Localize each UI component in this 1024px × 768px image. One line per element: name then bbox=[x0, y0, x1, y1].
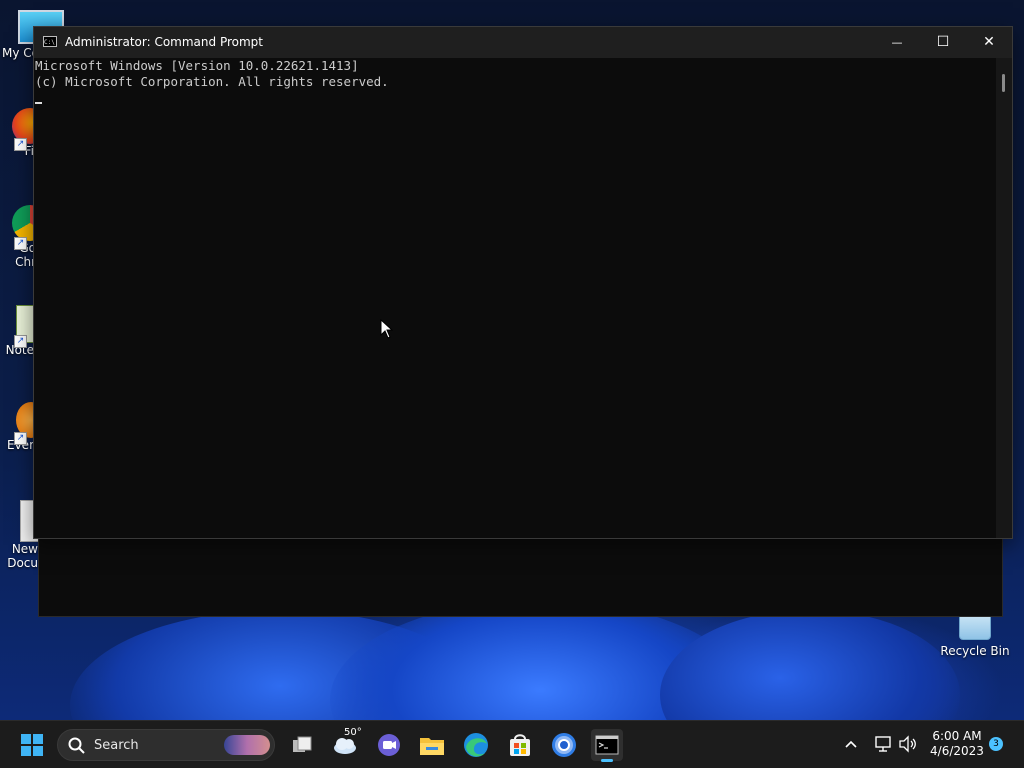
console-line: Microsoft Windows [Version 10.0.22621.14… bbox=[35, 58, 359, 73]
teams-chat-button[interactable] bbox=[373, 729, 405, 761]
desktop-icon-label: New Docu bbox=[7, 542, 38, 570]
network-icon bbox=[875, 736, 891, 752]
chevron-up-icon bbox=[845, 740, 857, 748]
edge-button[interactable] bbox=[460, 729, 492, 761]
file-explorer-button[interactable] bbox=[416, 729, 448, 761]
shortcut-arrow-icon: ↗ bbox=[14, 432, 27, 445]
title-bar[interactable]: C:\ Administrator: Command Prompt — ☐ ✕ bbox=[34, 27, 1012, 58]
command-prompt-window[interactable]: C:\ Administrator: Command Prompt — ☐ ✕ … bbox=[33, 26, 1013, 539]
chrome-taskbar-button[interactable] bbox=[548, 729, 580, 761]
store-icon bbox=[510, 734, 530, 756]
minimize-icon: — bbox=[891, 36, 903, 49]
console-line: (c) Microsoft Corporation. All rights re… bbox=[35, 74, 389, 89]
teams-chat-icon bbox=[378, 734, 400, 756]
desktop-icon-label: Recycle Bin bbox=[940, 644, 1010, 658]
command-prompt-taskbar-button[interactable] bbox=[591, 729, 623, 762]
active-app-indicator bbox=[601, 759, 613, 762]
weather-temperature: 50° bbox=[344, 727, 362, 738]
close-icon: ✕ bbox=[983, 34, 995, 50]
start-button[interactable] bbox=[16, 729, 48, 761]
desktop-icon-recycle-bin[interactable]: Recycle Bin bbox=[937, 612, 1013, 658]
command-prompt-icon: C:\ bbox=[43, 36, 57, 47]
edge-icon bbox=[464, 733, 488, 757]
maximize-button[interactable]: ☐ bbox=[920, 27, 966, 58]
minimize-button[interactable]: — bbox=[874, 27, 920, 58]
chrome-icon bbox=[552, 733, 576, 757]
scrollbar-thumb[interactable] bbox=[1002, 74, 1005, 92]
clock-date: 4/6/2023 bbox=[930, 744, 984, 758]
clock-time: 6:00 AM bbox=[932, 729, 982, 743]
task-view-icon bbox=[293, 736, 312, 752]
close-button[interactable]: ✕ bbox=[966, 27, 1012, 58]
window-title: Administrator: Command Prompt bbox=[65, 35, 263, 49]
taskbar-search-box[interactable]: Search bbox=[57, 729, 275, 761]
search-label: Search bbox=[94, 738, 139, 753]
start-icon bbox=[21, 734, 43, 756]
search-highlight-icon bbox=[224, 735, 270, 755]
console-output[interactable]: Microsoft Windows [Version 10.0.22621.14… bbox=[34, 58, 996, 538]
console-input-line[interactable] bbox=[35, 90, 996, 106]
volume-button[interactable] bbox=[898, 735, 918, 757]
clock[interactable]: 6:00 AM 4/6/2023 bbox=[926, 729, 988, 758]
task-view-button[interactable] bbox=[286, 729, 318, 761]
search-icon bbox=[68, 737, 85, 754]
desktop: My Co ↗ Fi ↗ Go Chr ↗ Note ↗ Ever New Do… bbox=[0, 0, 1024, 720]
vertical-scrollbar[interactable] bbox=[996, 58, 1012, 538]
text-cursor bbox=[35, 102, 42, 104]
file-explorer-icon bbox=[420, 738, 444, 755]
shortcut-arrow-icon: ↗ bbox=[14, 335, 27, 348]
notification-badge[interactable]: 3 bbox=[989, 737, 1003, 751]
shortcut-arrow-icon: ↗ bbox=[14, 237, 27, 250]
show-hidden-icons-button[interactable] bbox=[842, 735, 860, 757]
network-status-button[interactable] bbox=[873, 735, 893, 757]
weather-widget-button[interactable]: 50° bbox=[330, 727, 366, 761]
wallpaper-bloom bbox=[660, 610, 960, 720]
speaker-icon bbox=[899, 735, 916, 753]
background-console-window bbox=[38, 533, 1003, 617]
shortcut-arrow-icon: ↗ bbox=[14, 138, 27, 151]
command-prompt-icon bbox=[595, 735, 619, 755]
mouse-pointer-icon bbox=[380, 319, 394, 339]
taskbar: Search 50° 6:00 AM 4/6/2023 3 bbox=[0, 720, 1024, 768]
microsoft-store-button[interactable] bbox=[504, 729, 536, 761]
maximize-icon: ☐ bbox=[936, 34, 950, 50]
